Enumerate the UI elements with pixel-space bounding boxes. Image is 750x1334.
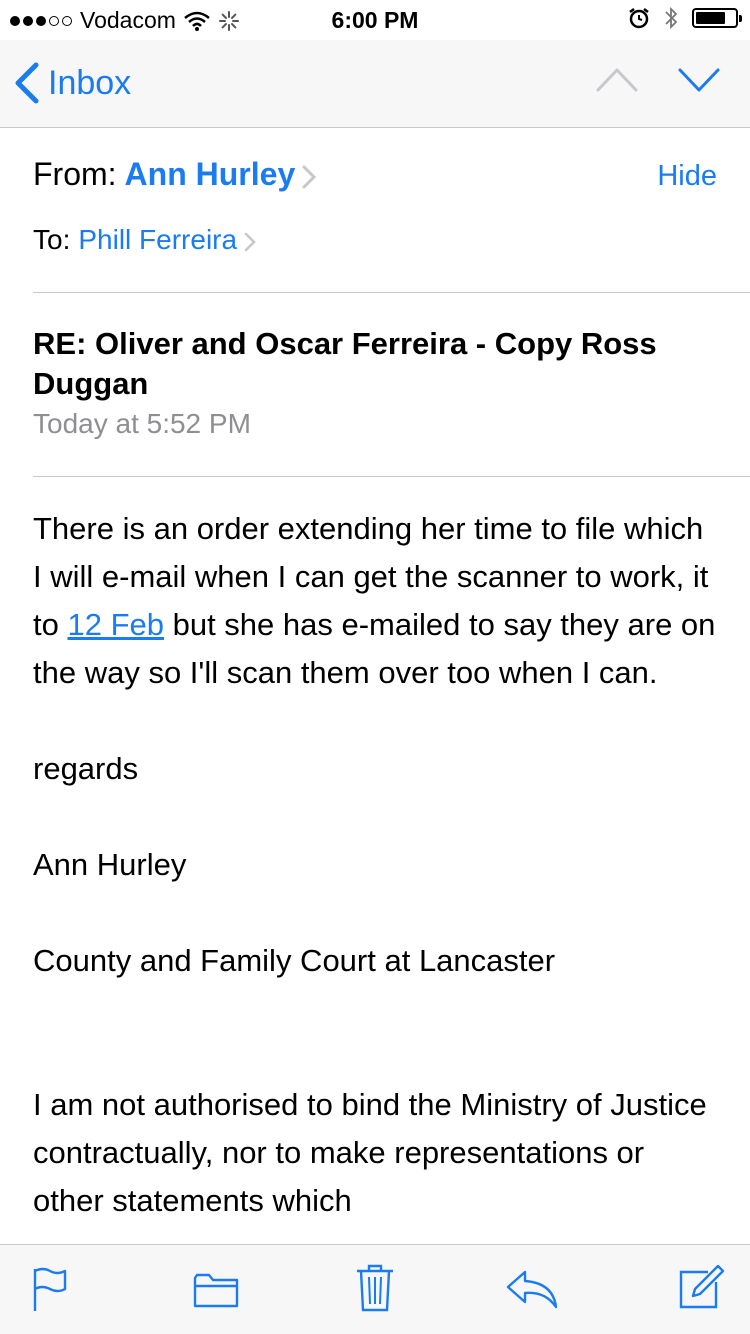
body-paragraph: There is an order extending her time to … — [33, 511, 716, 690]
hide-button[interactable]: Hide — [657, 160, 717, 193]
alarm-icon — [629, 8, 649, 29]
message-nav-arrows — [596, 66, 720, 92]
body-disclaimer: I am not authorised to bind the Ministry… — [33, 1087, 707, 1218]
chevron-down-icon[interactable] — [678, 66, 720, 92]
compose-icon[interactable] — [678, 1264, 726, 1310]
status-bar: Vodacom 6:00 PM — [0, 0, 750, 40]
message-body: There is an order extending her time to … — [33, 505, 720, 1225]
flag-icon[interactable] — [32, 1267, 68, 1313]
recipient-name-link[interactable]: Phill Ferreira — [78, 224, 237, 255]
to-row: To: Phill Ferreira — [33, 224, 257, 256]
status-right — [628, 6, 742, 30]
from-row: From: Ann Hurley Hide — [33, 156, 717, 200]
back-label: Inbox — [48, 63, 132, 102]
chevron-right-icon — [244, 232, 256, 251]
bluetooth-icon — [665, 6, 678, 30]
reply-icon[interactable] — [505, 1269, 559, 1309]
body-signature-name: Ann Hurley — [33, 847, 187, 882]
trash-icon[interactable] — [355, 1263, 395, 1313]
subject-divider — [33, 476, 750, 477]
bottom-toolbar — [0, 1244, 750, 1334]
from-label: From: — [33, 156, 117, 192]
header-divider — [33, 292, 750, 293]
sender-name-link[interactable]: Ann Hurley — [125, 156, 296, 192]
folder-icon[interactable] — [193, 1272, 239, 1308]
chevron-left-icon — [15, 62, 39, 104]
message-subject: RE: Oliver and Oscar Ferreira - Copy Ros… — [33, 326, 657, 401]
nav-bar: Inbox — [0, 40, 750, 128]
battery-icon — [692, 8, 742, 28]
body-signature-org: County and Family Court at Lancaster — [33, 943, 556, 978]
to-label: To: — [33, 224, 71, 255]
date-link[interactable]: 12 Feb — [67, 607, 164, 642]
chevron-up-icon[interactable] — [596, 66, 638, 92]
back-to-inbox-button[interactable]: Inbox — [14, 62, 131, 104]
message-date: Today at 5:52 PM — [33, 408, 251, 439]
chevron-right-icon — [302, 165, 317, 189]
body-regards: regards — [33, 751, 139, 786]
